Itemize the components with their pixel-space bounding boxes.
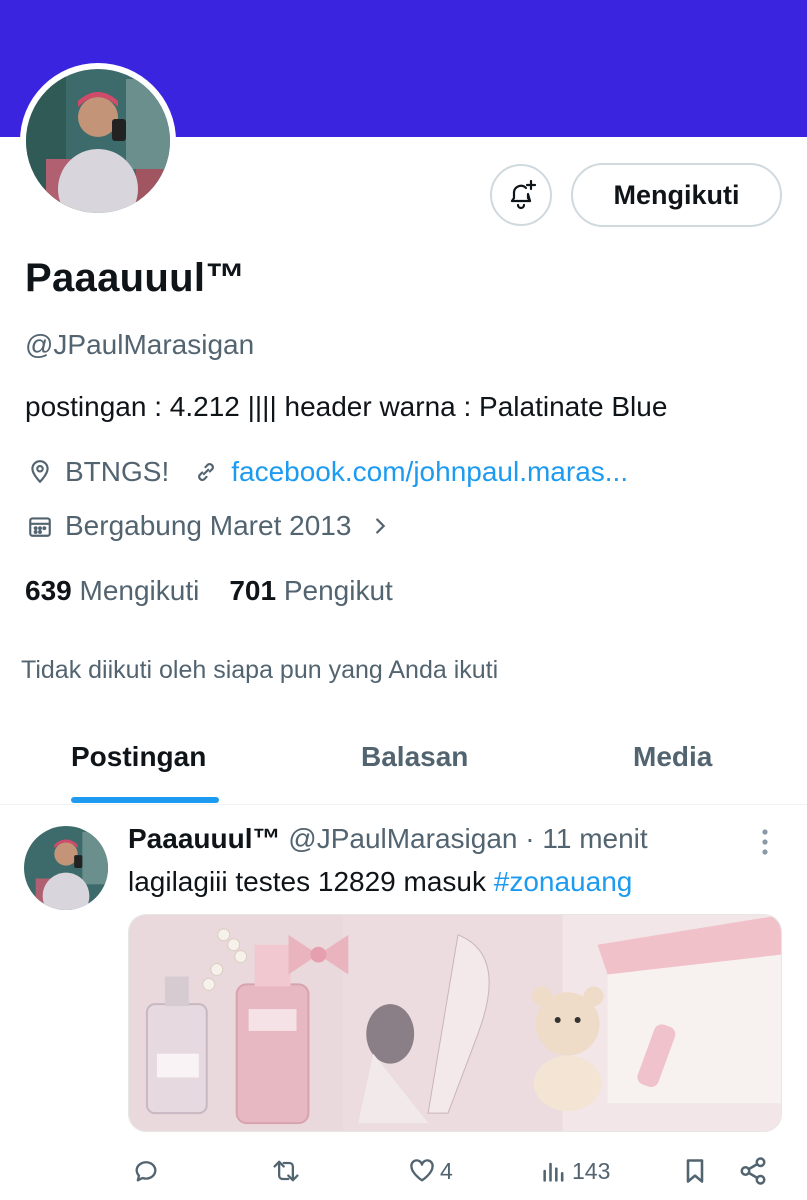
profile-joined-row[interactable]: Bergabung Maret 2013 — [25, 510, 405, 542]
bookmark-icon — [686, 1159, 704, 1183]
repost-button[interactable] — [270, 1154, 302, 1188]
post-author-name[interactable]: Paaauuul™ — [128, 823, 280, 854]
bookmark-button[interactable] — [681, 1154, 709, 1188]
post-author-handle[interactable]: @JPaulMarasigan — [288, 823, 517, 854]
profile-location: BTNGS! — [65, 456, 170, 487]
profile-joined-date: Bergabung Maret 2013 — [65, 510, 352, 541]
profile-display-name: Paaauuul™ — [25, 256, 246, 300]
not-followed-note: Tidak diikuti oleh siapa pun yang Anda i… — [21, 656, 499, 684]
profile-website-link[interactable]: facebook.com/johnpaul.maras... — [231, 456, 628, 488]
views-button[interactable]: 143 — [540, 1154, 610, 1188]
notification-bell-button[interactable] — [490, 164, 552, 226]
profile-meta-location-link: BTNGS! facebook.com/johnpaul.maras... — [25, 456, 628, 488]
chevron-right-icon — [365, 511, 395, 541]
following-button[interactable]: Mengikuti — [571, 163, 782, 227]
link-icon — [191, 457, 221, 487]
followers-stat[interactable]: 701 Pengikut — [229, 575, 392, 606]
view-count: 143 — [572, 1157, 611, 1184]
tab-posts[interactable]: Postingan — [71, 741, 206, 773]
repost-icon — [273, 1160, 299, 1182]
calendar-icon — [25, 511, 55, 541]
profile-tabs: Postingan Balasan Media — [0, 713, 807, 805]
post-author-avatar[interactable] — [24, 826, 108, 910]
more-vertical-icon[interactable] — [752, 826, 778, 858]
like-count: 4 — [440, 1157, 453, 1184]
share-button[interactable] — [738, 1154, 768, 1188]
location-pin-icon — [25, 457, 55, 487]
profile-avatar[interactable] — [20, 63, 176, 219]
following-stat[interactable]: 639 Mengikuti — [25, 575, 199, 606]
post-image-art — [129, 915, 781, 1131]
like-icon — [410, 1159, 434, 1182]
active-tab-indicator — [71, 797, 219, 803]
tab-replies[interactable]: Balasan — [361, 741, 468, 773]
like-button[interactable]: 4 — [408, 1154, 453, 1188]
tab-media[interactable]: Media — [633, 741, 712, 773]
post-text: lagilagiii testes 12829 masuk #zonauang — [128, 866, 633, 897]
post-header: Paaauuul™ @JPaulMarasigan · 11 menit — [128, 823, 648, 855]
profile-bio: postingan : 4.212 |||| header warna : Pa… — [25, 391, 668, 422]
profile-stats: 639 Mengikuti 701 Pengikut — [25, 575, 393, 607]
post-hashtag[interactable]: #zonauang — [494, 866, 633, 897]
reply-button[interactable] — [132, 1154, 160, 1188]
reply-icon — [135, 1161, 157, 1182]
views-icon — [543, 1162, 564, 1182]
share-icon — [740, 1157, 766, 1185]
profile-handle: @JPaulMarasigan — [25, 329, 255, 360]
post-image[interactable] — [128, 914, 782, 1132]
avatar-photo — [26, 69, 170, 213]
bell-plus-icon — [510, 179, 537, 210]
post-time[interactable]: · 11 menit — [525, 823, 647, 854]
